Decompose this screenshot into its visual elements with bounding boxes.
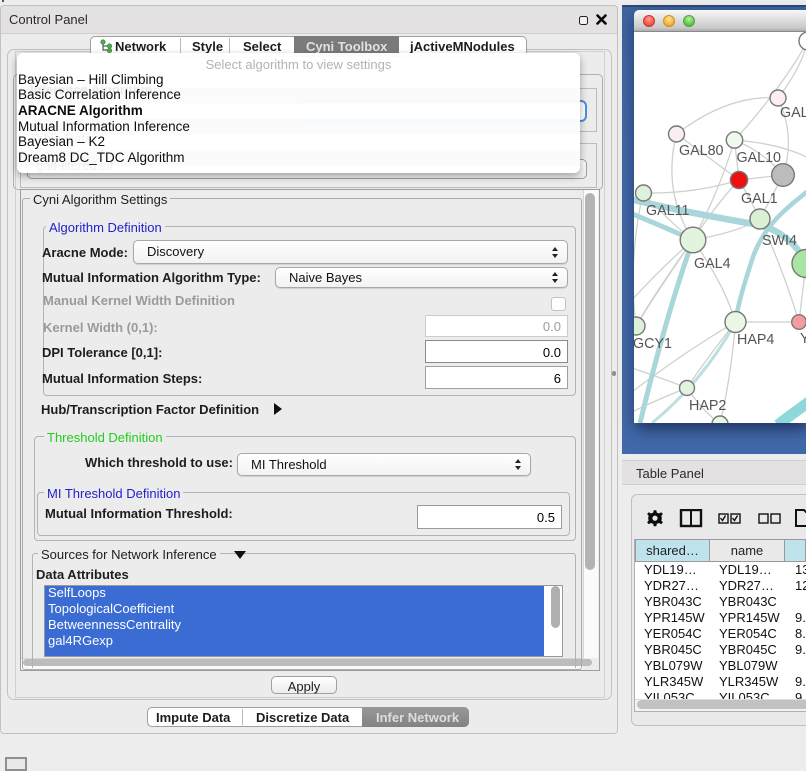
svg-text:GAL11: GAL11: [646, 203, 689, 219]
svg-text:GCY1: GCY1: [634, 336, 672, 352]
svg-text:GAL4: GAL4: [694, 256, 731, 272]
svg-text:Y: Y: [800, 331, 806, 347]
svg-text:HAP4: HAP4: [737, 332, 774, 348]
svg-text:GAL80: GAL80: [679, 143, 724, 159]
svg-text:GAL10: GAL10: [737, 150, 782, 166]
svg-text:HAP2: HAP2: [689, 398, 726, 414]
svg-text:GAL1: GAL1: [741, 191, 778, 207]
svg-text:SWI4: SWI4: [762, 233, 797, 249]
svg-text:GAL: GAL: [780, 105, 806, 121]
